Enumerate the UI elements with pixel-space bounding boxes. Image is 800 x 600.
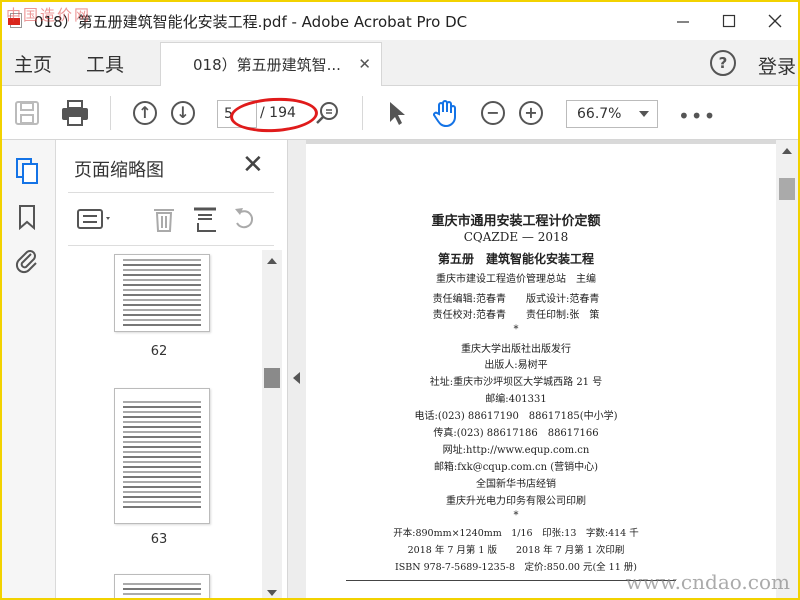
trash-icon bbox=[154, 209, 174, 232]
doc-line: 邮编:401331 bbox=[485, 394, 547, 405]
hand-tool-button[interactable] bbox=[430, 98, 460, 128]
doc-line: 邮箱:fxk@cqup.com.cn (营销中心) bbox=[433, 462, 599, 473]
thumbnail-options-button[interactable] bbox=[76, 207, 114, 235]
arrow-up-icon: ↑ bbox=[133, 101, 157, 125]
plus-icon: + bbox=[519, 101, 543, 125]
crop-icon bbox=[194, 207, 216, 232]
doc-line: 开本:890mm×1240mm 1/16 印张:13 字数:414 千 bbox=[393, 528, 639, 539]
minimize-button[interactable] bbox=[660, 2, 706, 40]
site-watermark: 中国造价网 bbox=[6, 6, 92, 24]
doc-line: * bbox=[513, 510, 519, 521]
login-link[interactable]: 登录 bbox=[758, 52, 796, 79]
close-pane-icon[interactable]: ✕ bbox=[242, 150, 264, 180]
doc-line: 重庆升光电力印务有限公司印刷 bbox=[446, 496, 586, 507]
chevron-left-icon bbox=[293, 372, 300, 384]
doc-line: 责任校对:范春青 责任印制:张 策 bbox=[432, 310, 600, 321]
zoom-out-button[interactable]: − bbox=[478, 98, 508, 128]
arrow-down-icon: ↓ bbox=[171, 101, 195, 125]
app-window: 018）第五册建筑智能化安装工程.pdf - Adobe Acrobat Pro… bbox=[0, 0, 800, 600]
rotate-page-button[interactable] bbox=[232, 205, 258, 237]
doc-line: 第五册 建筑智能化安装工程 bbox=[437, 252, 594, 266]
crop-page-button[interactable] bbox=[192, 205, 218, 237]
page-thumbnails-button[interactable] bbox=[14, 158, 40, 184]
document-view: 重庆市通用安装工程计价定额 CQAZDE — 2018 第五册 建筑智能化安装工… bbox=[306, 140, 798, 598]
thumbnail-page-number: 62 bbox=[150, 344, 168, 359]
thumbnail-list: 62 63 bbox=[56, 250, 262, 598]
menu-tools[interactable]: 工具 bbox=[86, 50, 124, 77]
bookmark-icon bbox=[19, 205, 35, 230]
zoom-select[interactable]: 66.7% bbox=[566, 100, 658, 128]
left-rail bbox=[2, 140, 56, 598]
delete-page-button[interactable] bbox=[152, 205, 176, 237]
thumbnail-tools bbox=[68, 192, 274, 246]
doc-line: 出版人:易树平 bbox=[484, 360, 548, 371]
doc-line: 2018 年 7 月第 1 版 2018 年 7 月第 1 次印刷 bbox=[407, 545, 625, 556]
doc-line: 全国新华书店经销 bbox=[476, 479, 556, 490]
doc-line: 社址:重庆市沙坪坝区大学城西路 21 号 bbox=[429, 377, 603, 388]
zoom-value: 66.7% bbox=[577, 106, 622, 122]
pdf-page: 重庆市通用安装工程计价定额 CQAZDE — 2018 第五册 建筑智能化安装工… bbox=[306, 144, 776, 598]
list-options-icon bbox=[77, 209, 110, 229]
window-controls bbox=[660, 2, 798, 40]
title-bar: 018）第五册建筑智能化安装工程.pdf - Adobe Acrobat Pro… bbox=[2, 2, 798, 40]
thumbnail-page-number: 63 bbox=[150, 532, 168, 547]
more-tools-icon[interactable]: ••• bbox=[678, 104, 716, 128]
pane-title: 页面缩略图 bbox=[74, 160, 164, 181]
zoom-in-button[interactable]: + bbox=[516, 98, 546, 128]
printer-icon bbox=[62, 100, 88, 126]
zoom-page-button[interactable] bbox=[312, 98, 342, 128]
minimize-icon bbox=[677, 21, 689, 23]
doc-line: 网址:http://www.equp.com.cn bbox=[442, 445, 590, 456]
doc-line: 传真:(023) 88617186 88617166 bbox=[433, 428, 599, 439]
rotate-icon bbox=[235, 208, 254, 229]
document-tab-label: 018）第五册建筑智... bbox=[193, 56, 341, 74]
toolbar: ↑ ↓ / 194 − + 66.7% ••• bbox=[2, 86, 798, 140]
attachments-button[interactable] bbox=[14, 248, 40, 274]
thumbnail-page[interactable] bbox=[114, 254, 210, 332]
minus-icon: − bbox=[481, 101, 505, 125]
hand-icon bbox=[433, 100, 456, 128]
close-icon bbox=[768, 14, 782, 28]
doc-line: 责任编辑:范春青 版式设计:范春青 bbox=[432, 294, 600, 305]
maximize-button[interactable] bbox=[706, 2, 752, 40]
bookmarks-button[interactable] bbox=[14, 204, 40, 230]
print-button[interactable] bbox=[60, 98, 90, 128]
thumbnail-scrollbar[interactable] bbox=[262, 250, 282, 598]
paperclip-icon bbox=[15, 250, 37, 274]
doc-line: * bbox=[513, 324, 519, 335]
doc-line: 重庆大学出版社出版发行 bbox=[461, 344, 571, 355]
magnifier-icon bbox=[316, 102, 338, 124]
scroll-down-icon bbox=[267, 590, 277, 596]
cursor-arrow-icon bbox=[390, 102, 405, 125]
thumbnail-page[interactable] bbox=[114, 388, 210, 524]
menu-bar: 主页 工具 018）第五册建筑智... ✕ ? 登录 bbox=[2, 40, 798, 86]
scroll-up-icon bbox=[782, 148, 792, 154]
doc-line: 重庆市通用安装工程计价定额 bbox=[431, 214, 601, 229]
close-window-button[interactable] bbox=[752, 2, 798, 40]
close-tab-icon[interactable]: ✕ bbox=[358, 55, 371, 73]
document-tab[interactable]: 018）第五册建筑智... ✕ bbox=[160, 42, 382, 86]
thumbnail-page[interactable] bbox=[114, 574, 210, 598]
save-icon bbox=[15, 101, 39, 125]
scrollbar-thumb bbox=[779, 178, 795, 200]
window-title: 018）第五册建筑智能化安装工程.pdf - Adobe Acrobat Pro… bbox=[34, 12, 468, 31]
save-button[interactable] bbox=[12, 98, 42, 128]
scroll-up-icon bbox=[267, 258, 277, 264]
chevron-down-icon bbox=[639, 111, 649, 117]
previous-page-button[interactable]: ↑ bbox=[130, 98, 160, 128]
maximize-icon bbox=[722, 14, 736, 28]
document-scrollbar[interactable] bbox=[776, 140, 798, 598]
scrollbar-thumb bbox=[264, 368, 280, 388]
pane-collapse-handle[interactable] bbox=[288, 140, 306, 598]
doc-line: 重庆市建设工程造价管理总站 主编 bbox=[436, 274, 596, 285]
site-watermark: www.cndao.com bbox=[625, 570, 790, 594]
thumbnail-pane: 页面缩略图 ✕ 62 63 bbox=[56, 140, 288, 598]
next-page-button[interactable]: ↓ bbox=[168, 98, 198, 128]
doc-line: 电话:(023) 88617190 88617185(中小学) bbox=[414, 411, 618, 422]
help-icon[interactable]: ? bbox=[710, 50, 736, 76]
select-tool-button[interactable] bbox=[382, 98, 412, 128]
menu-home[interactable]: 主页 bbox=[14, 50, 52, 77]
doc-line: CQAZDE — 2018 bbox=[463, 230, 569, 244]
pages-icon bbox=[16, 158, 38, 184]
